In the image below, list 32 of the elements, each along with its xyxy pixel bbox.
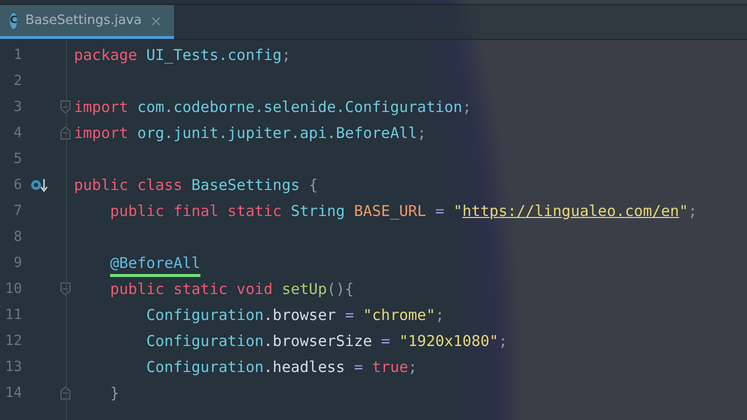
fold-end-icon[interactable] (60, 386, 71, 400)
line-number: 14 (4, 385, 22, 401)
fold-icon[interactable] (60, 282, 71, 296)
code-line: @BeforeAll (109, 254, 200, 272)
code-line: public final static String BASE_URL = "https://lingualeo.com/en"; (109, 202, 698, 220)
line-number: 7 (12, 203, 22, 219)
code-line: Configuration.headless = true; (145, 358, 418, 376)
line-number: 4 (12, 125, 22, 141)
implemented-marker-icon[interactable] (30, 178, 48, 192)
code-line: package UI_Tests.config; (74, 46, 291, 64)
fold-icon[interactable] (60, 100, 71, 114)
code-line: public static void setUp(){ (109, 280, 354, 298)
line-number: 12 (4, 333, 22, 349)
line-number: 8 (12, 229, 22, 245)
line-number: 5 (12, 151, 22, 167)
line-number: 9 (12, 255, 22, 271)
line-number: 6 (12, 177, 22, 193)
line-number: 2 (12, 73, 22, 89)
line-number: 10 (4, 281, 22, 297)
fold-end-icon[interactable] (60, 126, 71, 140)
line-number: 3 (12, 99, 22, 115)
line-number: 11 (4, 307, 22, 323)
code-line: public class BaseSettings { (74, 176, 318, 194)
code-line: Configuration.browserSize = "1920x1080"; (145, 332, 508, 350)
code-line: Configuration.browser = "chrome"; (145, 306, 444, 324)
code-line: import com.codeborne.selenide.Configuration; (74, 98, 472, 116)
class-file-icon: C (10, 12, 18, 28)
line-number: 1 (12, 47, 22, 63)
line-number: 13 (4, 359, 22, 375)
file-tab[interactable]: C BaseSettings.java × (0, 5, 174, 39)
code-line: import org.junit.jupiter.api.BeforeAll; (74, 124, 426, 142)
code-line: } (109, 384, 120, 402)
